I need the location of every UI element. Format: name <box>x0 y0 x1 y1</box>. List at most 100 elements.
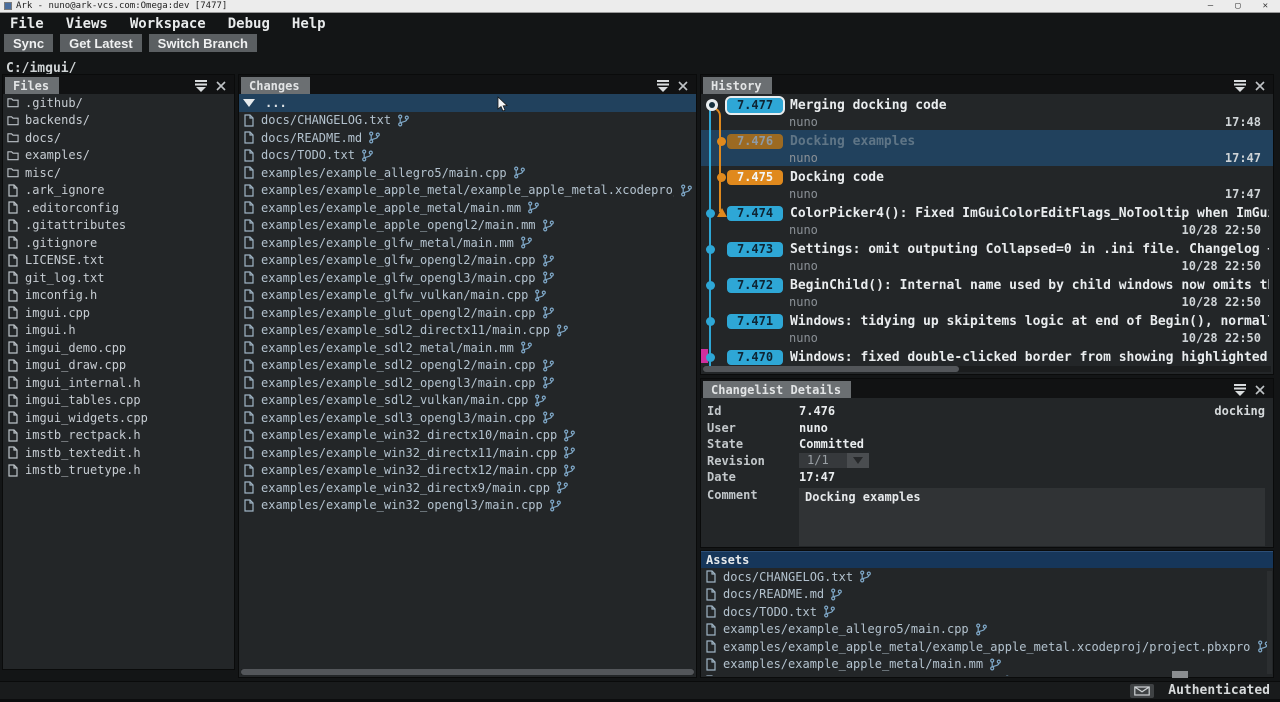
commit-id-badge[interactable]: 7.474 <box>727 206 783 221</box>
changed-file-row[interactable]: examples/example_apple_metal/example_app… <box>239 182 696 200</box>
asset-file-row[interactable]: docs/TODO.txt <box>701 603 1273 621</box>
file-tree-item[interactable]: imgui_internal.h <box>3 374 234 392</box>
expand-arrow-icon[interactable] <box>243 99 255 107</box>
changes-root-row[interactable]: ... <box>239 94 696 112</box>
filter-icon[interactable] <box>194 80 208 92</box>
history-commit-row[interactable]: 7.475 Docking code nuno 17:47 <box>701 166 1273 202</box>
changed-file-row[interactable]: examples/example_sdl2_vulkan/main.cpp <box>239 392 696 410</box>
asset-file-row[interactable]: docs/README.md <box>701 586 1273 604</box>
commit-id-badge[interactable]: 7.472 <box>727 278 783 293</box>
assets-vertical-scrollbar[interactable] <box>1267 571 1272 674</box>
menu-item[interactable]: File <box>10 16 44 30</box>
file-tree-item[interactable]: git_log.txt <box>3 269 234 287</box>
file-tree-item[interactable]: imgui_draw.cpp <box>3 357 234 375</box>
history-commit-row[interactable]: 7.472 BeginChild(): Internal name used b… <box>701 274 1273 310</box>
changed-file-row[interactable]: docs/CHANGELOG.txt <box>239 112 696 130</box>
file-tree-item[interactable]: .github/ <box>3 94 234 112</box>
filter-icon[interactable] <box>1233 384 1247 396</box>
asset-file-row[interactable]: examples/example_allegro5/main.cpp <box>701 621 1273 639</box>
changed-file-row[interactable]: examples/example_apple_opengl2/main.mm <box>239 217 696 235</box>
close-panel-icon[interactable] <box>214 80 228 92</box>
commit-id-badge[interactable]: 7.475 <box>727 170 783 185</box>
commit-id-badge[interactable]: 7.473 <box>727 242 783 257</box>
scrollbar-handle[interactable] <box>703 366 959 372</box>
changed-file-row[interactable]: docs/README.md <box>239 129 696 147</box>
file-tree-item[interactable]: imgui_tables.cpp <box>3 392 234 410</box>
mail-icon[interactable] <box>1130 684 1154 698</box>
changes-panel-tab[interactable]: Changes <box>241 77 310 94</box>
commit-id-badge[interactable]: 7.471 <box>727 314 783 329</box>
changed-file-row[interactable]: examples/example_win32_directx12/main.cp… <box>239 462 696 480</box>
file-tree-item[interactable]: docs/ <box>3 129 234 147</box>
changed-file-row[interactable]: examples/example_sdl3_opengl3/main.cpp <box>239 409 696 427</box>
menu-item[interactable]: Views <box>66 16 108 30</box>
minimize-button[interactable]: — <box>1208 0 1213 13</box>
asset-file-row[interactable]: docs/CHANGELOG.txt <box>701 568 1273 586</box>
scrollbar-handle[interactable] <box>241 669 694 675</box>
file-tree-item[interactable]: backends/ <box>3 112 234 130</box>
menu-item[interactable]: Workspace <box>130 16 206 30</box>
changed-file-row[interactable]: examples/example_apple_metal/main.mm <box>239 199 696 217</box>
commit-id-badge[interactable]: 7.476 <box>727 134 783 149</box>
changed-file-row[interactable]: examples/example_win32_opengl3/main.cpp <box>239 497 696 515</box>
history-commit-row[interactable]: 7.474 ColorPicker4(): Fixed ImGuiColorEd… <box>701 202 1273 238</box>
file-tree-item[interactable]: imgui.h <box>3 322 234 340</box>
file-tree-item[interactable]: misc/ <box>3 164 234 182</box>
history-commit-row[interactable]: 7.476 Docking examples nuno 17:47 <box>701 130 1273 166</box>
file-tree-item[interactable]: examples/ <box>3 147 234 165</box>
file-tree-item[interactable]: imstb_textedit.h <box>3 444 234 462</box>
toolbar-button[interactable]: Switch Branch <box>149 34 257 52</box>
changed-file-row[interactable]: examples/example_glut_opengl2/main.cpp <box>239 304 696 322</box>
history-commit-row[interactable]: 7.477 Merging docking code nuno 17:48 <box>701 94 1273 130</box>
changed-file-row[interactable]: examples/example_win32_directx11/main.cp… <box>239 444 696 462</box>
asset-file-row[interactable]: examples/example_apple_metal/example_app… <box>701 638 1273 656</box>
close-panel-icon[interactable] <box>1253 80 1267 92</box>
changed-file-row[interactable]: docs/TODO.txt <box>239 147 696 165</box>
changed-file-row[interactable]: examples/example_glfw_opengl2/main.cpp <box>239 252 696 270</box>
maximize-button[interactable]: ▢ <box>1235 0 1240 13</box>
close-panel-icon[interactable] <box>676 80 690 92</box>
changed-file-row[interactable]: examples/example_allegro5/main.cpp <box>239 164 696 182</box>
history-panel-tab[interactable]: History <box>703 77 772 94</box>
changes-horizontal-scrollbar[interactable] <box>241 669 694 675</box>
files-panel-tab[interactable]: Files <box>5 77 59 94</box>
file-tree-item[interactable]: imstb_rectpack.h <box>3 427 234 445</box>
file-tree-item[interactable]: .ark_ignore <box>3 182 234 200</box>
history-commit-row[interactable]: 7.470 Windows: fixed double-clicked bord… <box>701 346 1273 366</box>
menu-item[interactable]: Debug <box>228 16 270 30</box>
changed-file-row[interactable]: examples/example_glfw_vulkan/main.cpp <box>239 287 696 305</box>
toolbar-button[interactable]: Sync <box>4 34 53 52</box>
filter-icon[interactable] <box>1233 80 1247 92</box>
changed-file-row[interactable]: examples/example_win32_directx10/main.cp… <box>239 427 696 445</box>
menu-item[interactable]: Help <box>292 16 326 30</box>
file-tree-item[interactable]: imgui.cpp <box>3 304 234 322</box>
close-window-button[interactable]: ✕ <box>1263 0 1268 13</box>
changed-file-row[interactable]: examples/example_glfw_opengl3/main.cpp <box>239 269 696 287</box>
changed-file-row[interactable]: examples/example_sdl2_directx11/main.cpp <box>239 322 696 340</box>
revision-dropdown[interactable]: 1/1 <box>799 453 869 468</box>
file-tree-item[interactable]: imgui_demo.cpp <box>3 339 234 357</box>
changed-file-row[interactable]: examples/example_win32_directx9/main.cpp <box>239 479 696 497</box>
revision-dropdown-button[interactable] <box>847 453 869 468</box>
history-commit-row[interactable]: 7.473 Settings: omit outputing Collapsed… <box>701 238 1273 274</box>
history-horizontal-scrollbar[interactable] <box>703 366 1271 372</box>
history-commit-row[interactable]: 7.471 Windows: tidying up skipitems logi… <box>701 310 1273 346</box>
file-tree-item[interactable]: .gitignore <box>3 234 234 252</box>
changed-file-row[interactable]: examples/example_glfw_metal/main.mm <box>239 234 696 252</box>
details-panel-tab[interactable]: Changelist Details <box>703 381 851 398</box>
file-tree-item[interactable]: .gitattributes <box>3 217 234 235</box>
commit-id-badge[interactable]: 7.477 <box>727 98 783 113</box>
file-tree-item[interactable]: .editorconfig <box>3 199 234 217</box>
scrollbar-handle[interactable] <box>1172 671 1188 678</box>
file-tree-item[interactable]: imstb_truetype.h <box>3 462 234 480</box>
close-panel-icon[interactable] <box>1253 384 1267 396</box>
changed-file-row[interactable]: examples/example_sdl2_metal/main.mm <box>239 339 696 357</box>
commit-id-badge[interactable]: 7.470 <box>727 350 783 365</box>
comment-textbox[interactable]: Docking examples <box>799 488 1265 546</box>
toolbar-button[interactable]: Get Latest <box>60 34 142 52</box>
file-tree-item[interactable]: imgui_widgets.cpp <box>3 409 234 427</box>
file-tree-item[interactable]: LICENSE.txt <box>3 252 234 270</box>
filter-icon[interactable] <box>656 80 670 92</box>
file-tree-item[interactable]: imconfig.h <box>3 287 234 305</box>
changed-file-row[interactable]: examples/example_sdl2_opengl2/main.cpp <box>239 357 696 375</box>
